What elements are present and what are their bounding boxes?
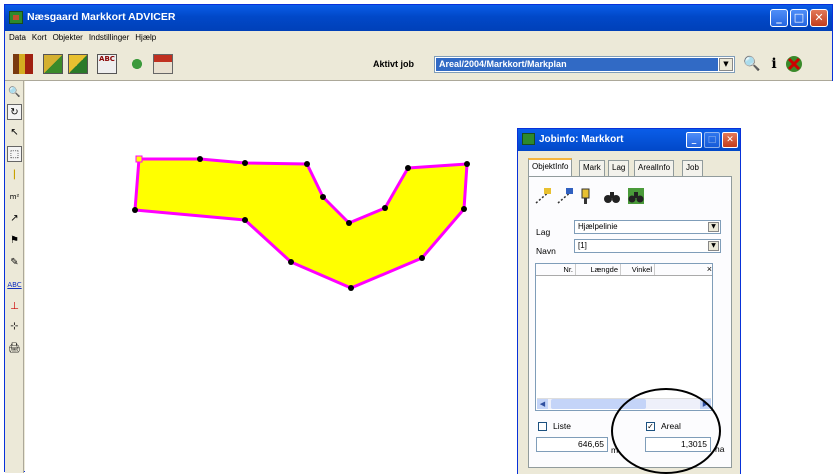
crop-icon[interactable]: [127, 54, 147, 74]
binoculars-icon[interactable]: [603, 187, 621, 205]
active-job-select[interactable]: Areal/2004/Markkort/Markplan ▼: [434, 56, 735, 73]
app-icon: [522, 133, 535, 145]
ruler-icon[interactable]: |: [7, 167, 22, 183]
open-folder-icon[interactable]: [43, 54, 63, 74]
minimize-button[interactable]: _: [686, 132, 702, 148]
tab-arealinfo[interactable]: ArealInfo: [634, 160, 675, 176]
chevron-down-icon[interactable]: ▼: [719, 58, 733, 71]
measure-area-icon[interactable]: m²: [7, 189, 22, 205]
zoom-icon[interactable]: 🔍: [7, 85, 22, 101]
lag-value: Hjælpelinie: [578, 222, 618, 231]
pointer-icon[interactable]: ↖: [7, 125, 22, 141]
print-icon[interactable]: 🖨: [7, 341, 22, 357]
curve-icon[interactable]: ↗: [7, 211, 22, 227]
maximize-button[interactable]: □: [790, 9, 808, 27]
marker-icon[interactable]: [576, 187, 594, 205]
refresh-icon[interactable]: ↻: [7, 104, 22, 120]
window-title: Næsgaard Markkort ADVICER: [27, 11, 176, 23]
vertex[interactable]: [382, 205, 388, 211]
column-nr[interactable]: Nr.: [546, 264, 576, 275]
liste-checkbox[interactable]: [538, 422, 547, 431]
scroll-left-icon[interactable]: ◀: [537, 399, 548, 409]
menu-kort[interactable]: Kort: [32, 31, 47, 45]
menu-data[interactable]: Data: [9, 31, 26, 45]
liste-label: Liste: [553, 421, 571, 431]
menu-hjaelp[interactable]: Hjælp: [135, 31, 156, 45]
node-add-icon[interactable]: ⊹: [7, 319, 22, 335]
left-toolbar: 🔍 ↻ ↖ ⬚ | m² ↗ ⚑ ✎ ABC ⊥ ⊹ 🖨: [5, 81, 24, 473]
tick-icon[interactable]: ⊥: [7, 299, 22, 315]
folder-field-icon[interactable]: [68, 54, 88, 74]
navn-label: Navn: [536, 246, 556, 256]
segment-list-header: Nr. Længde Vinkel ×: [536, 264, 712, 276]
exit-icon[interactable]: [785, 55, 803, 73]
vertex[interactable]: [288, 259, 294, 265]
info-icon[interactable]: i: [765, 55, 783, 73]
tab-objektinfo[interactable]: ObjektInfo: [528, 158, 573, 177]
abc-spellcheck-icon[interactable]: ABC: [97, 54, 117, 74]
navn-select[interactable]: [1] ▼: [574, 239, 721, 253]
vertex[interactable]: [242, 160, 248, 166]
tab-mark[interactable]: Mark: [579, 160, 605, 176]
close-button[interactable]: ✕: [722, 132, 738, 148]
minimize-button[interactable]: _: [770, 9, 788, 27]
binoculars-green-icon[interactable]: [627, 187, 645, 205]
jobinfo-title-bar[interactable]: Jobinfo: Markkort _ □ ✕: [518, 129, 740, 151]
chevron-down-icon[interactable]: ▼: [708, 222, 719, 232]
vertex[interactable]: [320, 194, 326, 200]
column-vinkel[interactable]: Vinkel: [621, 264, 655, 275]
active-job-value: Areal/2004/Markkort/Markplan: [436, 58, 718, 71]
field-polygon[interactable]: [133, 157, 469, 290]
jobinfo-title: Jobinfo: Markkort: [539, 134, 624, 145]
navn-value: [1]: [578, 241, 587, 250]
tab-job[interactable]: Job: [682, 160, 703, 176]
vertex[interactable]: [304, 161, 310, 167]
farm-house-icon[interactable]: [153, 54, 173, 74]
main-toolbar: ABC Aktivt job Areal/2004/Markkort/Markp…: [5, 45, 832, 81]
tab-lag[interactable]: Lag: [608, 160, 630, 176]
select-area-icon[interactable]: ⬚: [7, 146, 22, 162]
text-abc-icon[interactable]: ABC: [7, 277, 22, 293]
app-icon: [9, 11, 23, 24]
search-icon[interactable]: 🔍: [743, 55, 761, 73]
fill-icon[interactable]: ✎: [7, 255, 22, 271]
title-bar[interactable]: Næsgaard Markkort ADVICER _ □ ✕: [5, 5, 832, 31]
menu-objekter[interactable]: Objekter: [53, 31, 83, 45]
active-job-label: Aktivt job: [373, 59, 415, 69]
add-line-icon[interactable]: [534, 187, 552, 205]
column-laengde[interactable]: Længde: [576, 264, 621, 275]
vertex[interactable]: [405, 165, 411, 171]
vertex[interactable]: [197, 156, 203, 162]
column-close-icon[interactable]: ×: [704, 264, 714, 275]
vertex[interactable]: [419, 255, 425, 261]
stamp-icon[interactable]: ⚑: [7, 233, 22, 249]
length-field[interactable]: 646,65: [536, 437, 608, 452]
lag-label: Lag: [536, 227, 551, 237]
vertex[interactable]: [464, 161, 470, 167]
menu-bar: Data Kort Objekter Indstillinger Hjælp: [5, 31, 832, 45]
chevron-down-icon[interactable]: ▼: [708, 241, 719, 251]
vertex[interactable]: [132, 207, 138, 213]
vertex[interactable]: [348, 285, 354, 291]
close-button[interactable]: ✕: [810, 9, 828, 27]
edit-line-icon[interactable]: [556, 187, 574, 205]
lag-select[interactable]: Hjælpelinie ▼: [574, 220, 721, 234]
barn-icon[interactable]: [13, 54, 33, 74]
menu-indstillinger[interactable]: Indstillinger: [89, 31, 129, 45]
highlight-ellipse: [611, 388, 721, 474]
start-vertex[interactable]: [135, 155, 143, 163]
vertex[interactable]: [346, 220, 352, 226]
maximize-button: □: [704, 132, 720, 148]
segment-list[interactable]: Nr. Længde Vinkel × ◀ ▶: [535, 263, 713, 411]
vertex[interactable]: [461, 206, 467, 212]
vertex[interactable]: [242, 217, 248, 223]
